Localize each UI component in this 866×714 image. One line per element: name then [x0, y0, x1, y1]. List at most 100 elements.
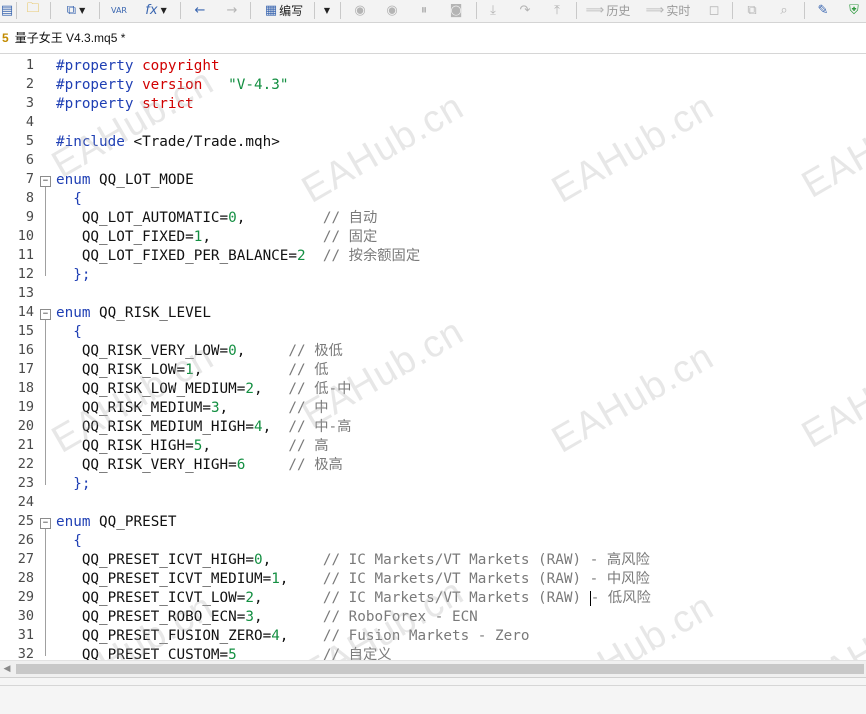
code-line[interactable]: enum QQ_RISK_LEVEL	[56, 304, 211, 323]
code-token: // 极低	[288, 343, 343, 359]
code-line[interactable]: QQ_RISK_LOW=1, // 低	[56, 361, 329, 380]
code-token: #include	[56, 134, 125, 150]
code-line[interactable]: QQ_PRESET_ICVT_MEDIUM=1, // IC Markets/V…	[56, 570, 650, 589]
code-token: 2	[245, 590, 254, 606]
navigator-dropdown-button[interactable]: ⧉ ▼	[56, 0, 96, 20]
code-token: // 自定义	[322, 647, 392, 660]
code-token: QQ_RISK_MEDIUM=	[56, 400, 211, 416]
open-folder-icon[interactable]: 🗀	[20, 0, 46, 20]
code-line[interactable]: QQ_RISK_LOW_MEDIUM=2, // 低-中	[56, 380, 352, 399]
code-line[interactable]: QQ_RISK_VERY_LOW=0, // 极低	[56, 342, 343, 361]
code-token: copyright	[142, 58, 220, 74]
line-number: 8	[25, 190, 34, 206]
find-icon[interactable]: ⌕	[772, 0, 796, 20]
code-line[interactable]: QQ_PRESET_ICVT_LOW=2, // IC Markets/VT M…	[56, 589, 651, 608]
code-token: QQ_LOT_FIXED=	[56, 229, 194, 245]
line-number: 3	[25, 95, 34, 111]
history-button[interactable]: ⟹ 历史	[582, 0, 634, 20]
fold-toggle-icon[interactable]: −	[40, 176, 51, 187]
code-line[interactable]: QQ_RISK_HIGH=5, // 高	[56, 437, 329, 456]
tab-file[interactable]: 5 量子女王 V4.3.mq5 *	[0, 23, 131, 53]
fold-toggle-icon[interactable]: −	[40, 518, 51, 529]
code-line[interactable]: };	[56, 266, 90, 285]
code-token: ,	[202, 438, 289, 454]
code-token: ,	[219, 400, 289, 416]
code-line[interactable]: {	[56, 323, 82, 342]
code-line[interactable]: QQ_PRESET_ICVT_HIGH=0, // IC Markets/VT …	[56, 551, 650, 570]
scroll-left-icon[interactable]: ◀	[0, 661, 14, 677]
code-token: enum	[56, 305, 91, 321]
code-token: QQ_RISK_MEDIUM_HIGH=	[56, 419, 254, 435]
line-number: 19	[17, 399, 34, 415]
start-debug-icon[interactable]: ◉	[347, 0, 373, 20]
tab-title: 量子女王 V4.3.mq5 *	[14, 31, 126, 45]
horizontal-scrollbar[interactable]: ◀	[0, 660, 866, 677]
code-line[interactable]: QQ_LOT_AUTOMATIC=0, // 自动	[56, 209, 377, 228]
pause-icon[interactable]: ⏸	[411, 0, 437, 20]
fx-button[interactable]: fx ▼	[136, 0, 176, 20]
code-line[interactable]: QQ_LOT_FIXED_PER_BALANCE=2 // 按余额固定	[56, 247, 420, 266]
code-token: {	[56, 324, 82, 340]
code-line[interactable]: #property strict	[56, 95, 194, 114]
code-token: QQ_RISK_VERY_LOW=	[56, 343, 229, 359]
code-token: 1	[185, 362, 194, 378]
copy-icon[interactable]: ⧉	[740, 0, 764, 20]
code-token: <Trade/Trade.mqh>	[124, 134, 280, 150]
back-arrow-icon[interactable]: ←	[186, 0, 214, 20]
code-line[interactable]: #property version "V-4.3"	[56, 76, 288, 95]
line-number: 30	[17, 608, 34, 624]
code-line[interactable]: QQ_RISK_MEDIUM_HIGH=4, // 中-高	[56, 418, 352, 437]
compile-dropdown-button[interactable]: ▼	[318, 0, 336, 20]
code-line[interactable]: {	[56, 532, 82, 551]
code-line[interactable]: {	[56, 190, 82, 209]
code-line[interactable]: QQ_RISK_VERY_HIGH=6 // 极高	[56, 456, 343, 475]
stop-icon[interactable]: ◙	[443, 0, 469, 20]
step-over-icon[interactable]: ↷	[514, 0, 536, 20]
code-token: // 中-高	[288, 419, 352, 435]
code-line[interactable]: QQ_PRESET_FUSION_ZERO=4, // Fusion Marke…	[56, 627, 530, 646]
code-token: ,	[202, 229, 323, 245]
scroll-thumb[interactable]	[16, 664, 864, 674]
shield-check-icon[interactable]: ⛨	[842, 0, 866, 20]
line-number: 27	[17, 551, 34, 567]
stop-square-icon[interactable]: ◻	[704, 0, 724, 20]
code-token: // Fusion Markets - Zero	[322, 628, 530, 644]
code-token: // IC Markets/VT Markets (RAW) - 中风险	[322, 571, 650, 587]
fx-label: fx	[145, 2, 158, 18]
line-number: 25	[17, 513, 34, 529]
code-token: ,	[236, 210, 323, 226]
window-icon[interactable]: ▤	[0, 0, 14, 20]
realtime-button[interactable]: ⟹ 实时	[642, 0, 694, 20]
code-line[interactable]: #include <Trade/Trade.mqh>	[56, 133, 280, 152]
code-line[interactable]: QQ_RISK_MEDIUM=3, // 中	[56, 399, 329, 418]
code-token: // RoboForex - ECN	[322, 609, 478, 625]
line-number: 13	[17, 285, 34, 301]
step-into-icon[interactable]: ⤓	[482, 0, 504, 20]
code-line[interactable]: QQ_PRESET_CUSTOM=5 // 自定义	[56, 646, 392, 660]
code-token: // 高	[288, 438, 329, 454]
code-line[interactable]: enum QQ_PRESET	[56, 513, 177, 532]
forward-arrow-icon[interactable]: →	[218, 0, 246, 20]
code-token: QQ_PRESET_ROBO_ECN=	[56, 609, 246, 625]
code-line[interactable]: QQ_LOT_FIXED=1, // 固定	[56, 228, 377, 247]
code-token: ,	[236, 343, 289, 359]
code-token: // IC Markets/VT Markets (RAW)	[322, 590, 590, 606]
code-token: QQ_PRESET_ICVT_MEDIUM=	[56, 571, 272, 587]
code-editor[interactable]: 1 2 3 4 5 6 7 8 9 10 11 12 13 14 15 16 17 18 19 20 21 22 23 24 2…	[0, 54, 866, 660]
code-line[interactable]: QQ_PRESET_ROBO_ECN=3, // RoboForex - ECN	[56, 608, 478, 627]
code-token: 0	[253, 552, 263, 568]
compile-button[interactable]: ▦ 编写	[256, 0, 312, 20]
start-profiling-icon[interactable]: ◉	[379, 0, 405, 20]
code-line[interactable]: enum QQ_LOT_MODE	[56, 171, 194, 190]
line-number: 16	[17, 342, 34, 358]
step-out-icon[interactable]: ⤒	[546, 0, 568, 20]
code-line[interactable]: };	[56, 475, 90, 494]
var-button[interactable]: VAR	[104, 0, 134, 20]
styler-icon[interactable]: ✎	[812, 0, 834, 20]
fold-toggle-icon[interactable]: −	[40, 309, 51, 320]
code-line[interactable]: #property copyright	[56, 57, 220, 76]
line-number: 10	[17, 228, 34, 244]
code-token: QQ_RISK_VERY_HIGH=	[56, 457, 237, 473]
